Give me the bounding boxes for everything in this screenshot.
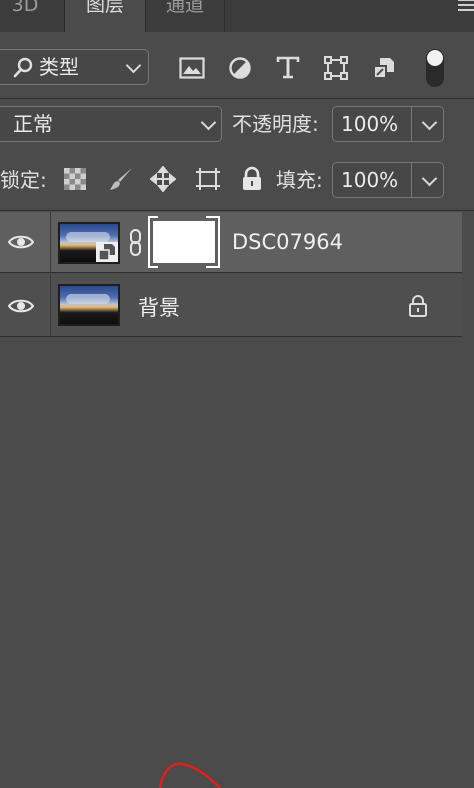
fill-value: 100%: [341, 168, 399, 192]
layer-thumbnail[interactable]: [58, 284, 120, 326]
mask-link-chain-icon[interactable]: [128, 228, 144, 258]
image-filter-icon[interactable]: [178, 55, 206, 81]
shape-filter-icon[interactable]: [322, 55, 350, 81]
opacity-field[interactable]: 100%: [332, 106, 444, 142]
opacity-value: 100%: [341, 112, 399, 136]
smart-object-filter-icon[interactable]: [370, 55, 398, 81]
chevron-down-icon[interactable]: [421, 170, 438, 187]
layer-visibility-toggle[interactable]: [0, 212, 50, 272]
tab-channels[interactable]: 通道: [146, 0, 225, 32]
lock-image-pixels-brush-icon[interactable]: [108, 166, 134, 192]
blend-mode-dropdown[interactable]: 正常: [0, 106, 222, 142]
fill-field[interactable]: 100%: [332, 162, 444, 198]
filter-kind-dropdown[interactable]: 类型: [0, 49, 149, 85]
lock-label: 锁定:: [0, 168, 47, 192]
blend-mode-value: 正常: [13, 112, 53, 136]
chevron-down-icon: [125, 57, 142, 74]
layer-visibility-toggle[interactable]: [0, 274, 50, 336]
panel-tab-bar: 3D 图层 通道: [0, 0, 474, 32]
lock-transparent-pixels-icon[interactable]: [64, 168, 86, 190]
lock-position-move-icon[interactable]: [149, 165, 177, 193]
red-annotation-mark: [158, 762, 221, 788]
divider: [0, 98, 474, 99]
layer-mask-thumbnail[interactable]: [148, 216, 220, 268]
layer-row-background[interactable]: 背景: [0, 274, 462, 336]
filter-toggle-switch[interactable]: [426, 49, 444, 87]
layer-thumbnail[interactable]: [58, 222, 120, 264]
text-filter-icon[interactable]: [274, 55, 302, 81]
toggle-knob: [427, 50, 443, 66]
eye-icon: [8, 235, 34, 249]
lock-artboard-icon[interactable]: [194, 166, 222, 192]
filter-kind-label: 类型: [39, 55, 79, 79]
layer-row-dsc07964[interactable]: DSC07964: [0, 212, 462, 272]
divider: [0, 210, 474, 211]
chevron-down-icon: [200, 114, 217, 131]
layer-name[interactable]: DSC07964: [232, 212, 343, 272]
layer-locked-icon: [407, 294, 429, 318]
divider: [0, 272, 462, 273]
panel-menu-icon[interactable]: [458, 0, 474, 16]
fill-label: 填充:: [276, 168, 323, 192]
opacity-label: 不透明度:: [232, 112, 319, 136]
layer-name[interactable]: 背景: [138, 274, 180, 342]
tab-layers[interactable]: 图层: [64, 0, 146, 32]
adjustment-filter-icon[interactable]: [226, 55, 254, 81]
eye-icon: [8, 299, 34, 313]
chevron-down-icon[interactable]: [421, 114, 438, 131]
search-icon: [13, 57, 33, 83]
tab-3d[interactable]: 3D: [0, 0, 50, 32]
divider: [0, 336, 462, 337]
lock-all-icon[interactable]: [240, 166, 264, 192]
smart-object-badge-icon: [96, 242, 118, 262]
